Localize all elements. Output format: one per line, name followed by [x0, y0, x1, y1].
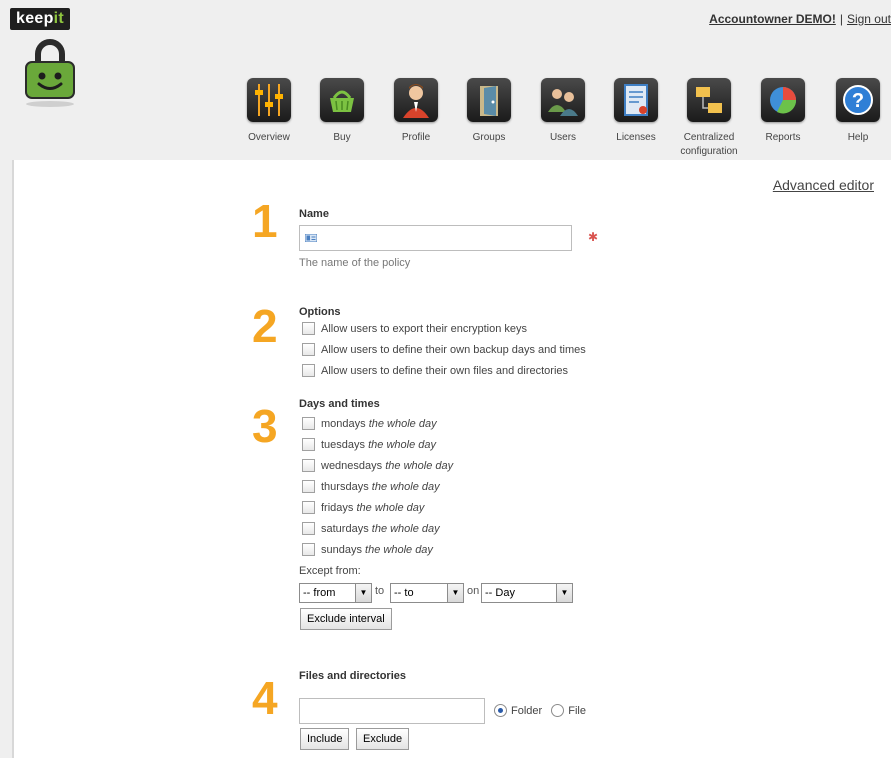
checkbox[interactable]: [302, 342, 315, 356]
exclude-interval-button[interactable]: Exclude interval: [300, 608, 392, 630]
except-from-label: Except from:: [299, 565, 361, 577]
step-number-2: 2: [252, 300, 278, 352]
checkbox[interactable]: [302, 542, 315, 556]
from-select[interactable]: -- from ▼: [299, 583, 372, 603]
folder-radio-label: Folder: [511, 705, 543, 717]
nav-licenses[interactable]: Licenses: [604, 78, 668, 145]
svg-text:?: ?: [852, 90, 864, 112]
nav-label: Groups: [472, 132, 506, 143]
nav-centralized-configuration[interactable]: Centralized configuration: [677, 78, 741, 159]
nav-users[interactable]: Users: [531, 78, 595, 145]
nav-groups[interactable]: Groups: [457, 78, 521, 145]
id-card-icon: [305, 234, 317, 242]
checkbox[interactable]: [302, 479, 315, 493]
step-number-3: 3: [252, 400, 278, 452]
account-link[interactable]: Accountowner DEMO!: [709, 12, 836, 26]
required-marker: ✱: [588, 230, 599, 244]
step-number-4: 4: [252, 672, 278, 724]
padlock-mascot-icon: [25, 39, 75, 107]
nav-label: Centralized configuration: [680, 132, 738, 157]
nav-label: Buy: [333, 132, 351, 143]
on-word: on: [467, 585, 480, 597]
day-tuesday[interactable]: tuesdays the whole day: [302, 437, 436, 453]
option-export-keys[interactable]: Allow users to export their encryption k…: [302, 321, 527, 337]
option-own-backup-days[interactable]: Allow users to define their own backup d…: [302, 342, 586, 358]
certificate-icon: [614, 78, 658, 122]
keepit-logo[interactable]: keepit: [10, 8, 80, 108]
files-section-title: Files and directories: [299, 670, 406, 682]
option-own-files[interactable]: Allow users to define their own files an…: [302, 363, 568, 379]
advanced-editor-link[interactable]: Advanced editor: [773, 177, 874, 193]
logo-text: keepit: [10, 8, 71, 30]
checkbox[interactable]: [302, 321, 315, 335]
folder-radio[interactable]: [494, 703, 507, 717]
header: keepit Accountowner DEMO! | Sign out Overv…: [0, 0, 891, 160]
day-friday[interactable]: fridays the whole day: [302, 500, 424, 516]
days-section-title: Days and times: [299, 398, 380, 410]
to-word: to: [375, 585, 385, 597]
user-links: Accountowner DEMO! | Sign out: [709, 12, 891, 26]
nav-label: Profile: [401, 132, 431, 143]
path-type-radios: Folder File: [494, 703, 586, 719]
name-section-title: Name: [299, 208, 329, 220]
name-hint: The name of the policy: [299, 257, 411, 269]
checkbox[interactable]: [302, 500, 315, 514]
chevron-down-icon: ▼: [556, 584, 572, 602]
chevron-down-icon: ▼: [355, 584, 371, 602]
nav-label: Licenses: [616, 132, 656, 143]
day-thursday[interactable]: thursdays the whole day: [302, 479, 440, 495]
users-icon: [541, 78, 585, 122]
options-section-title: Options: [299, 306, 341, 318]
door-icon: [467, 78, 511, 122]
policy-name-input[interactable]: [299, 225, 572, 251]
checkbox[interactable]: [302, 521, 315, 535]
checkbox[interactable]: [302, 458, 315, 472]
link-separator: |: [839, 12, 843, 26]
basket-icon: [320, 78, 364, 122]
include-button[interactable]: Include: [300, 728, 350, 750]
nav-buy[interactable]: Buy: [310, 78, 374, 145]
file-radio[interactable]: [551, 703, 565, 717]
exclude-button[interactable]: Exclude: [356, 728, 410, 750]
checkbox[interactable]: [302, 363, 315, 377]
person-icon: [394, 78, 438, 122]
nav-label: Help: [847, 132, 869, 143]
path-input[interactable]: [299, 698, 485, 724]
policy-form: Advanced editor 1 Name ✱ The name of the…: [12, 160, 891, 758]
checkbox[interactable]: [302, 416, 315, 430]
day-select[interactable]: -- Day ▼: [481, 583, 573, 603]
file-radio-label: File: [568, 705, 586, 717]
nav-label: Reports: [765, 132, 801, 143]
sign-out-link[interactable]: Sign out: [847, 12, 891, 26]
day-wednesday[interactable]: wednesdays the whole day: [302, 458, 453, 474]
to-select[interactable]: -- to ▼: [390, 583, 464, 603]
pie-chart-icon: [761, 78, 805, 122]
checkbox[interactable]: [302, 437, 315, 451]
nav-help[interactable]: ? Help: [826, 78, 890, 145]
nav-label: Users: [549, 132, 577, 143]
day-monday[interactable]: mondays the whole day: [302, 416, 437, 432]
day-sunday[interactable]: sundays the whole day: [302, 542, 433, 558]
help-icon: ?: [836, 78, 880, 122]
nav-reports[interactable]: Reports: [751, 78, 815, 145]
chevron-down-icon: ▼: [447, 584, 463, 602]
nav-profile[interactable]: Profile: [384, 78, 448, 145]
step-number-1: 1: [252, 195, 278, 247]
nav-label: Overview: [248, 132, 290, 143]
nav-overview[interactable]: Overview: [237, 78, 301, 145]
folders-icon: [687, 78, 731, 122]
sliders-icon: [247, 78, 291, 122]
day-saturday[interactable]: saturdays the whole day: [302, 521, 440, 537]
